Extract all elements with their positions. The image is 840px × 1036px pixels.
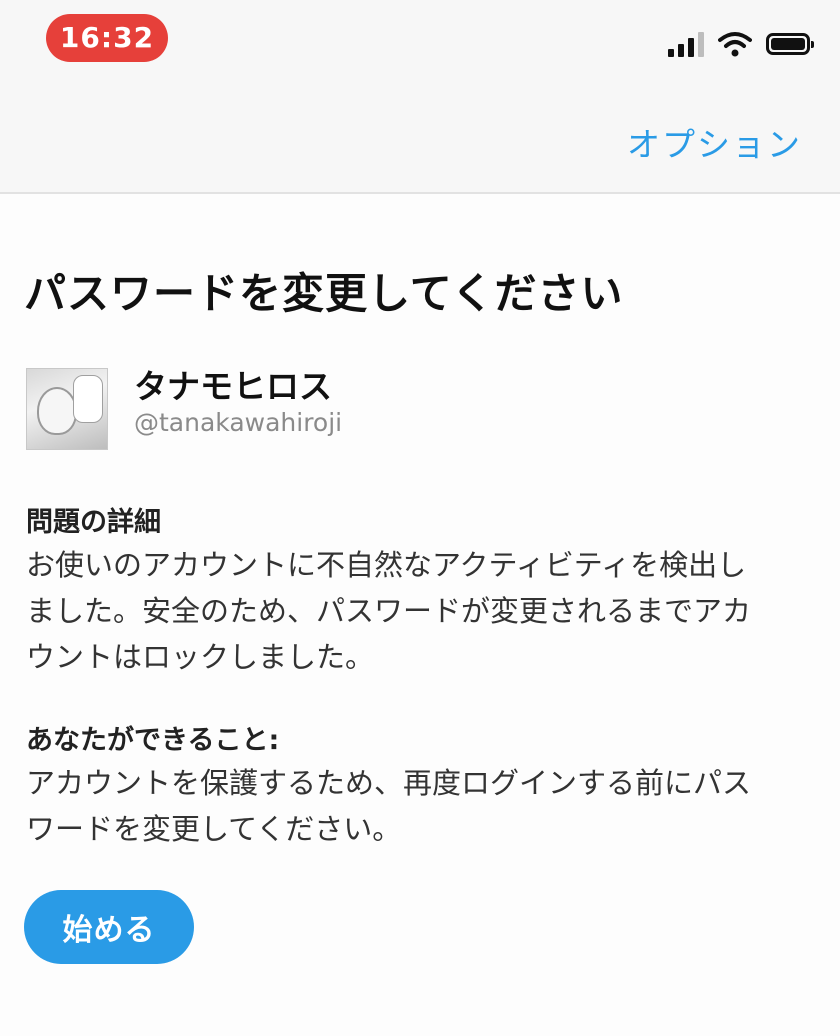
status-time: 16:32 (46, 14, 168, 62)
actions-line: アカウントを保護するため、再度ログインする前にパス (26, 766, 752, 800)
avatar (26, 368, 108, 450)
avatar-illustration (37, 387, 77, 435)
details-line: ました。安全のため、パスワードが変更されるまでアカ (26, 594, 752, 628)
details-line: ウントはロックしました。 (26, 640, 375, 674)
actions-text: アカウントを保護するため、再度ログインする前にパス ワードを変更してください。 (26, 760, 816, 852)
signal-icon (668, 31, 704, 57)
avatar-speech-bubble (73, 375, 103, 423)
main-content: パスワードを変更してください タナモヒロス @tanakawahiroji 問題… (0, 194, 840, 1036)
status-icons (668, 26, 814, 62)
battery-icon (766, 33, 814, 55)
account-username: @tanakawahiroji (134, 408, 343, 437)
start-button[interactable]: 始める (24, 890, 194, 964)
account-display-name: タナモヒロス (134, 367, 332, 406)
details-heading: 問題の詳細 (26, 507, 161, 538)
wifi-icon (718, 32, 752, 57)
page-title: パスワードを変更してください (24, 269, 624, 318)
details-text: お使いのアカウントに不自然なアクティビティを検出し ました。安全のため、パスワー… (26, 542, 816, 680)
nav-bar: オプション (0, 80, 840, 194)
status-bar: 16:32 (0, 0, 840, 80)
details-line: お使いのアカウントに不自然なアクティビティを検出し (26, 548, 747, 582)
actions-heading: あなたができること: (26, 725, 280, 756)
options-link[interactable]: オプション (627, 118, 802, 166)
actions-line: ワードを変更してください。 (26, 812, 402, 846)
phone-screen: 16:32 オプション パスワードを変更してください タナモヒロス @tanak… (0, 0, 840, 1036)
